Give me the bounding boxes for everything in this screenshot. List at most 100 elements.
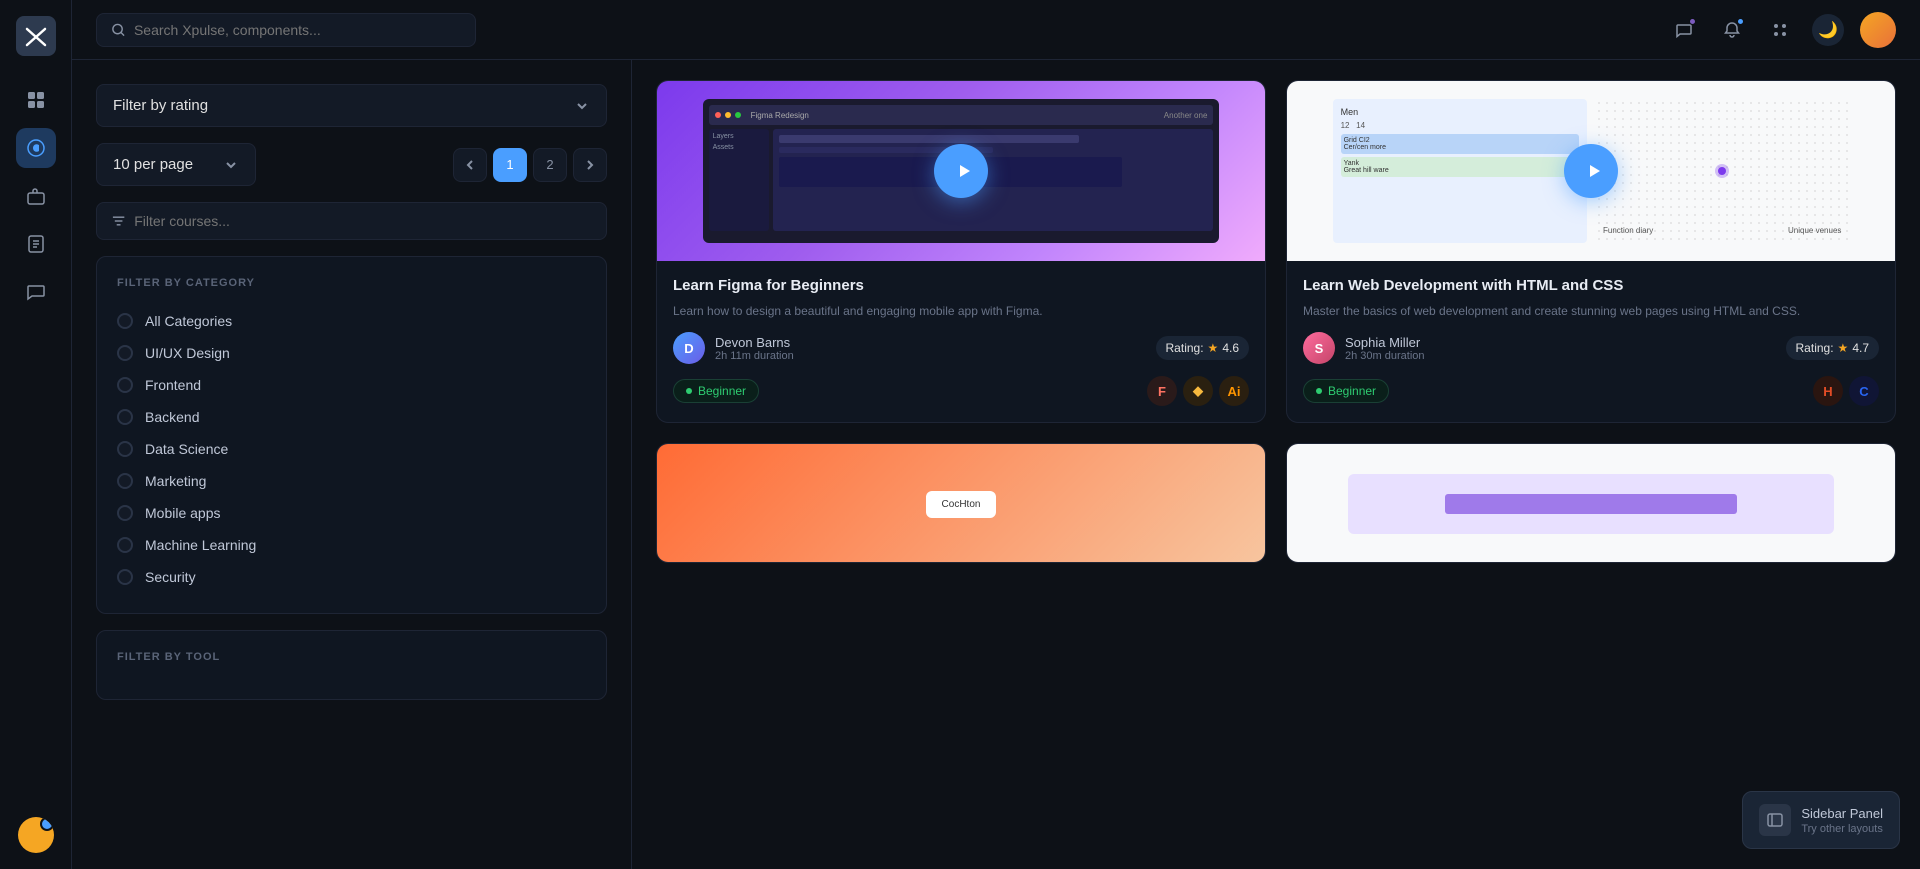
sidebar-item-courses[interactable] (16, 128, 56, 168)
main-area: 🌙 Filter by rating 10 per page (72, 0, 1920, 869)
category-marketing[interactable]: Marketing (117, 465, 586, 497)
course-meta-webdev: S Sophia Miller 2h 30m duration Rating: … (1303, 332, 1879, 364)
category-ml[interactable]: Machine Learning (117, 529, 586, 561)
course-card-4[interactable] (1286, 443, 1896, 563)
star-icon-figma: ★ (1208, 341, 1219, 355)
search-input[interactable] (134, 22, 461, 38)
category-label-datascience: Data Science (145, 441, 228, 457)
instructor-duration-sophia: 2h 30m duration (1345, 350, 1776, 362)
page-2-button[interactable]: 2 (533, 148, 567, 182)
chevron-down-icon (574, 98, 590, 114)
per-page-row: 10 per page 1 2 (96, 143, 607, 186)
category-label-marketing: Marketing (145, 473, 206, 489)
sidebar-item-dashboard[interactable] (16, 80, 56, 120)
category-label-mobileapps: Mobile apps (145, 505, 221, 521)
category-security[interactable]: Security (117, 561, 586, 593)
page-1-button[interactable]: 1 (493, 148, 527, 182)
radio-mobileapps[interactable] (117, 505, 133, 521)
app-logo[interactable] (16, 16, 56, 56)
level-dot-figma (686, 388, 692, 394)
course-card-webdev[interactable]: Men 12 14 Grid CI2Cer/cen more YankGreat… (1286, 80, 1896, 423)
tool-ai: Ai (1219, 376, 1249, 406)
sidebar-user-avatar[interactable] (18, 817, 54, 853)
tool-icons-webdev: H C (1813, 376, 1879, 406)
category-label-backend: Backend (145, 409, 199, 425)
category-all[interactable]: All Categories (117, 305, 586, 337)
course-filter-search[interactable] (96, 202, 607, 240)
level-label-webdev: Beginner (1328, 384, 1376, 398)
level-label-figma: Beginner (698, 384, 746, 398)
rating-value-webdev: 4.7 (1852, 341, 1869, 355)
radio-frontend[interactable] (117, 377, 133, 393)
notifications-chat-icon[interactable] (1668, 14, 1700, 46)
category-label-frontend: Frontend (145, 377, 201, 393)
category-mobileapps[interactable]: Mobile apps (117, 497, 586, 529)
tool-html: H (1813, 376, 1843, 406)
course-footer-webdev: Beginner H C (1303, 376, 1879, 406)
category-label-uiux: UI/UX Design (145, 345, 230, 361)
user-avatar[interactable] (1860, 12, 1896, 48)
course-title-webdev: Learn Web Development with HTML and CSS (1303, 277, 1879, 294)
course-thumbnail-webdev: Men 12 14 Grid CI2Cer/cen more YankGreat… (1287, 81, 1895, 261)
play-button-figma[interactable] (934, 144, 988, 198)
course-thumbnail-figma: Figma Redesign Another one Layers Assets (657, 81, 1265, 261)
category-backend[interactable]: Backend (117, 401, 586, 433)
topbar: 🌙 (72, 0, 1920, 60)
play-button-webdev[interactable] (1564, 144, 1618, 198)
rating-badge-webdev: Rating: ★ 4.7 (1786, 336, 1879, 360)
category-uiux[interactable]: UI/UX Design (117, 337, 586, 369)
level-badge-webdev: Beginner (1303, 379, 1389, 403)
theme-toggle[interactable]: 🌙 (1812, 14, 1844, 46)
instructor-info-devon: Devon Barns 2h 11m duration (715, 335, 1146, 362)
filter-courses-input[interactable] (134, 213, 592, 229)
star-icon-webdev: ★ (1838, 341, 1849, 355)
tool-css: C (1849, 376, 1879, 406)
chevron-down-icon-2 (223, 157, 239, 173)
category-frontend[interactable]: Frontend (117, 369, 586, 401)
tooltip-title: Sidebar Panel (1801, 805, 1883, 823)
search-icon (111, 22, 126, 38)
apps-grid-icon[interactable] (1764, 14, 1796, 46)
courses-grid: Figma Redesign Another one Layers Assets (656, 80, 1896, 563)
course-card-3[interactable]: CocHton (656, 443, 1266, 563)
sidebar-panel-icon (1759, 804, 1791, 836)
course-desc-figma: Learn how to design a beautiful and enga… (673, 302, 1249, 320)
course-meta-figma: D Devon Barns 2h 11m duration Rating: ★ … (673, 332, 1249, 364)
category-label-ml: Machine Learning (145, 537, 256, 553)
radio-backend[interactable] (117, 409, 133, 425)
course-title-figma: Learn Figma for Beginners (673, 277, 1249, 294)
instructor-name-sophia: Sophia Miller (1345, 335, 1776, 350)
category-filter-section: FILTER BY CATEGORY All Categories UI/UX … (96, 256, 607, 614)
sidebar-item-briefcase[interactable] (16, 176, 56, 216)
category-datascience[interactable]: Data Science (117, 433, 586, 465)
rating-label-figma: Rating: (1166, 341, 1204, 355)
course-body-webdev: Learn Web Development with HTML and CSS … (1287, 261, 1895, 422)
rating-value-figma: 4.6 (1222, 341, 1239, 355)
radio-security[interactable] (117, 569, 133, 585)
rating-filter-select[interactable]: Filter by rating (96, 84, 607, 127)
category-section-title: FILTER BY CATEGORY (117, 277, 586, 289)
sidebar (0, 0, 72, 869)
sidebar-item-chat[interactable] (16, 272, 56, 312)
moon-icon: 🌙 (1818, 20, 1838, 40)
next-page-button[interactable] (573, 148, 607, 182)
radio-datascience[interactable] (117, 441, 133, 457)
rating-filter-label: Filter by rating (113, 97, 208, 114)
radio-all[interactable] (117, 313, 133, 329)
level-dot-webdev (1316, 388, 1322, 394)
prev-page-button[interactable] (453, 148, 487, 182)
search-box[interactable] (96, 13, 476, 47)
course-desc-webdev: Master the basics of web development and… (1303, 302, 1879, 320)
content-area: Filter by rating 10 per page (72, 60, 1920, 869)
sidebar-panel-tooltip[interactable]: Sidebar Panel Try other layouts (1742, 791, 1900, 849)
sidebar-item-badge[interactable] (16, 224, 56, 264)
per-page-select[interactable]: 10 per page (96, 143, 256, 186)
instructor-info-sophia: Sophia Miller 2h 30m duration (1345, 335, 1776, 362)
radio-marketing[interactable] (117, 473, 133, 489)
radio-uiux[interactable] (117, 345, 133, 361)
course-card-figma[interactable]: Figma Redesign Another one Layers Assets (656, 80, 1266, 423)
course-body-figma: Learn Figma for Beginners Learn how to d… (657, 261, 1265, 422)
radio-ml[interactable] (117, 537, 133, 553)
tool-filter-section: FILTER BY TOOL (96, 630, 607, 700)
notifications-bell-icon[interactable] (1716, 14, 1748, 46)
